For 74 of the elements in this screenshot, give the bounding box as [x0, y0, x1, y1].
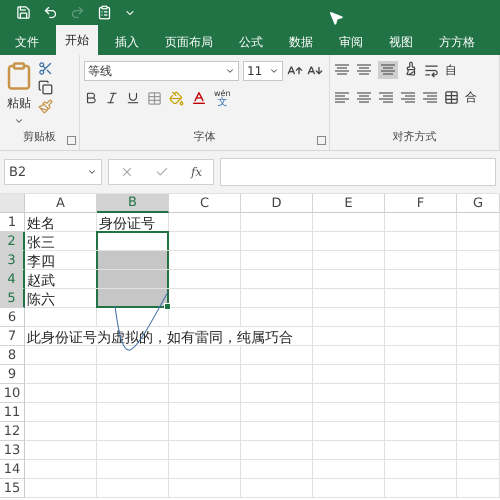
group-label: 对齐方式	[392, 129, 438, 145]
align-icon[interactable]	[334, 63, 350, 77]
column-header[interactable]: F	[385, 194, 457, 213]
cell-text: 陈六	[27, 292, 55, 308]
group-label: 剪贴板	[22, 129, 57, 145]
undo-icon[interactable]	[43, 5, 58, 20]
row-header[interactable]: 12	[0, 422, 25, 441]
ribbon-tab[interactable]: 开始	[56, 25, 98, 55]
column-header[interactable]: D	[241, 194, 313, 213]
copy-icon[interactable]	[38, 80, 53, 95]
bold-icon[interactable]	[84, 91, 98, 105]
save-icon[interactable]	[16, 5, 31, 20]
font-size-field[interactable]: 11	[243, 61, 283, 81]
wrap-text-icon[interactable]	[424, 62, 439, 78]
group-label: 字体	[192, 129, 216, 145]
phonetic-button[interactable]: wén 文	[214, 89, 231, 107]
cell-text: 赵武	[27, 273, 55, 289]
font-name-field[interactable]: 等线	[84, 61, 239, 81]
row-header[interactable]: 2	[0, 232, 25, 251]
align-icon[interactable]	[356, 90, 372, 104]
form-icon[interactable]	[97, 5, 112, 20]
cell-text: 张三	[27, 235, 55, 251]
row-header[interactable]: 3	[0, 251, 25, 270]
grid-cell[interactable]: 姓名	[25, 213, 97, 232]
column-header[interactable]: A	[25, 194, 97, 213]
column-header[interactable]: G	[457, 194, 500, 213]
fill-color-icon[interactable]	[169, 90, 184, 106]
select-all-corner[interactable]	[0, 194, 25, 213]
row-header[interactable]: 13	[0, 441, 25, 460]
row-header[interactable]: 5	[0, 289, 25, 308]
border-icon[interactable]	[147, 90, 162, 106]
ribbon-tab[interactable]: 公式	[230, 29, 272, 55]
ribbon-tab[interactable]: 插入	[106, 29, 148, 55]
dialog-launcher-icon[interactable]	[317, 136, 326, 145]
row-header[interactable]: 4	[0, 270, 25, 289]
ribbon-tab[interactable]: 方方格	[430, 29, 484, 55]
font-color-icon[interactable]	[191, 90, 207, 106]
column-header[interactable]: B	[97, 194, 169, 213]
ribbon-tab[interactable]: 文件	[6, 29, 48, 55]
align-icon[interactable]	[400, 90, 416, 104]
row-header[interactable]: 6	[0, 308, 25, 327]
cell-text: 身份证号	[99, 216, 155, 232]
row-header[interactable]: 10	[0, 384, 25, 403]
row-header[interactable]: 15	[0, 479, 25, 498]
name-box[interactable]: B2	[4, 159, 102, 185]
formula-input[interactable]	[220, 158, 496, 186]
align-icon[interactable]	[422, 90, 438, 104]
align-icon[interactable]	[378, 90, 394, 104]
cell-text: 姓名	[27, 216, 55, 232]
cell-text: 李四	[27, 254, 55, 270]
merge-button[interactable]: 合	[465, 89, 477, 106]
ribbon-tab[interactable]: 页面布局	[156, 29, 222, 55]
row-header[interactable]: 9	[0, 365, 25, 384]
cut-icon[interactable]	[38, 61, 53, 76]
row-header[interactable]: 7	[0, 327, 25, 346]
align-icon[interactable]	[356, 63, 372, 77]
underline-icon[interactable]	[126, 91, 140, 105]
mouse-cursor-icon	[328, 10, 344, 26]
wrap-text-button[interactable]: 自	[445, 62, 457, 78]
ribbon-tab[interactable]: 审阅	[330, 29, 372, 55]
row-header[interactable]: 1	[0, 213, 25, 232]
italic-icon[interactable]	[105, 91, 119, 105]
dialog-launcher-icon[interactable]	[67, 136, 76, 145]
ribbon-tab[interactable]: 数据	[280, 29, 322, 55]
row-header[interactable]: 14	[0, 460, 25, 479]
ribbon-tab[interactable]: 视图	[380, 29, 422, 55]
column-header[interactable]: C	[169, 194, 241, 213]
column-header[interactable]: E	[313, 194, 385, 213]
paste-button[interactable]: 粘贴	[7, 95, 31, 112]
insert-function-button[interactable]: fx	[190, 165, 202, 179]
row-header[interactable]: 8	[0, 346, 25, 365]
align-icon[interactable]	[334, 90, 350, 104]
row-header[interactable]: 11	[0, 403, 25, 422]
merge-icon[interactable]	[444, 90, 459, 105]
